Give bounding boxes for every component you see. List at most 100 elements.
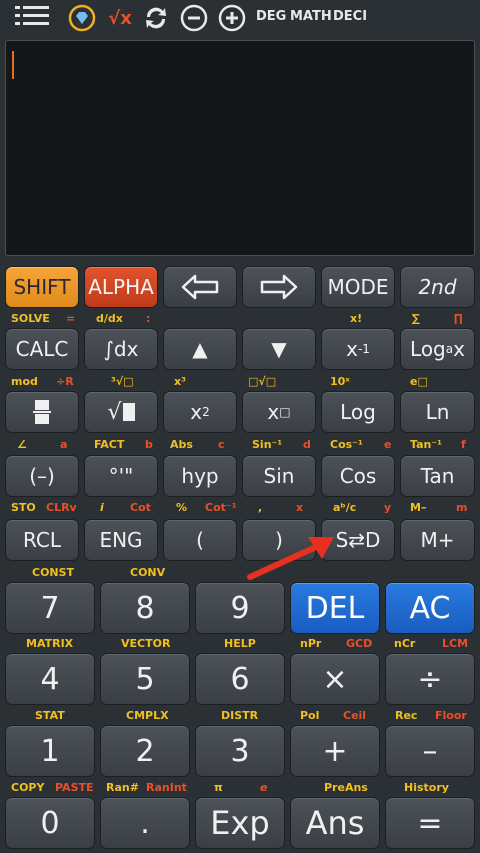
label-history: History <box>404 781 449 794</box>
integral-key[interactable]: ∫dx <box>84 328 158 370</box>
label-paste: PASTE <box>55 781 94 794</box>
tan-key[interactable]: Tan <box>400 455 475 497</box>
square-exponent: 2 <box>202 405 210 419</box>
cos-key[interactable]: Cos <box>321 455 395 497</box>
decimal-point-key[interactable]: . <box>100 797 190 849</box>
sqrt-x-icon[interactable]: √x <box>104 4 136 32</box>
plus-key[interactable]: + <box>290 725 380 777</box>
label-cube-root: ³√□ <box>111 375 134 388</box>
label-vector: VECTOR <box>121 637 171 650</box>
multiply-key[interactable]: × <box>290 653 380 705</box>
log-base-key[interactable]: Log a x <box>400 328 475 370</box>
eng-key[interactable]: ENG <box>84 519 158 561</box>
label-clrv: CLRv <box>46 501 77 514</box>
power-exponent: □ <box>279 405 291 419</box>
sin-key[interactable]: Sin <box>242 455 316 497</box>
input-mode-indicator[interactable]: MATH <box>290 9 332 24</box>
exp-key[interactable]: Exp <box>195 797 285 849</box>
cursor-left-key[interactable] <box>163 266 237 308</box>
delete-key[interactable]: DEL <box>290 582 380 634</box>
fraction-key[interactable] <box>5 391 79 433</box>
digit-8-key[interactable]: 8 <box>100 582 190 634</box>
label-const: CONST <box>32 566 75 579</box>
label-mixed-fraction: aᵇ/c <box>333 501 357 514</box>
arrow-left-icon <box>181 274 219 300</box>
up-arrow-key[interactable]: ▲ <box>163 328 237 370</box>
left-paren-key[interactable]: ( <box>163 519 237 561</box>
hyp-key[interactable]: hyp <box>163 455 237 497</box>
answer-key[interactable]: Ans <box>290 797 380 849</box>
label-percent: % <box>176 501 188 514</box>
inverse-exponent: -1 <box>357 342 370 356</box>
square-key[interactable]: x2 <box>163 391 237 433</box>
digit-3-key[interactable]: 3 <box>195 725 285 777</box>
label-comma: , <box>258 501 263 514</box>
square-root-key[interactable]: √ <box>84 391 158 433</box>
digit-0-key[interactable]: 0 <box>5 797 95 849</box>
label-lcm: LCM <box>442 637 469 650</box>
down-arrow-key[interactable]: ▼ <box>242 328 316 370</box>
digit-2-key[interactable]: 2 <box>100 725 190 777</box>
equals-key[interactable]: = <box>385 797 475 849</box>
sqrt-box-icon <box>122 403 135 421</box>
rcl-key[interactable]: RCL <box>5 519 79 561</box>
label-randint: RanInt <box>146 781 187 794</box>
digit-7-key[interactable]: 7 <box>5 582 95 634</box>
second-function-key[interactable]: 2nd <box>400 266 475 308</box>
log-key[interactable]: Log <box>321 391 395 433</box>
label-conv: CONV <box>130 566 166 579</box>
inverse-key[interactable]: x -1 <box>321 328 395 370</box>
digit-5-key[interactable]: 5 <box>100 653 190 705</box>
label-pi: π <box>214 781 223 794</box>
calculator-display[interactable] <box>5 40 475 256</box>
memory-plus-key[interactable]: M+ <box>400 519 475 561</box>
digit-1-key[interactable]: 1 <box>5 725 95 777</box>
shift-key[interactable]: SHIFT <box>5 266 79 308</box>
sqrt-symbol: √ <box>107 399 122 425</box>
inverse-base: x <box>346 337 358 361</box>
cursor-right-key[interactable] <box>242 266 316 308</box>
divide-key[interactable]: ÷ <box>385 653 475 705</box>
digit-4-key[interactable]: 4 <box>5 653 95 705</box>
label-angle: ∠ <box>17 438 27 451</box>
negative-key[interactable]: (–) <box>5 455 79 497</box>
premium-diamond-icon[interactable] <box>68 4 96 32</box>
plus-circle-icon[interactable] <box>218 4 246 32</box>
calc-key[interactable]: CALC <box>5 328 79 370</box>
fraction-icon <box>33 400 51 424</box>
label-copy: COPY <box>11 781 45 794</box>
text-cursor <box>12 51 14 79</box>
mode-key[interactable]: MODE <box>321 266 395 308</box>
minus-key[interactable]: – <box>385 725 475 777</box>
label-colon: : <box>146 312 151 325</box>
minus-circle-icon[interactable] <box>180 4 208 32</box>
label-atan: Tan⁻¹ <box>410 438 442 451</box>
refresh-icon[interactable] <box>142 4 170 32</box>
menu-icon[interactable] <box>14 4 50 32</box>
label-ten-power: 10ˣ <box>330 375 350 388</box>
power-key[interactable]: x □ <box>242 391 316 433</box>
all-clear-key[interactable]: AC <box>385 582 475 634</box>
annotation-arrow-icon <box>247 537 334 580</box>
label-preans: PreAns <box>324 781 368 794</box>
digit-6-key[interactable]: 6 <box>195 653 285 705</box>
label-e-power: e□ <box>410 375 428 388</box>
output-format-indicator[interactable]: DECI <box>333 9 367 24</box>
label-var-d: d <box>303 438 311 451</box>
label-npr: nPr <box>300 637 322 650</box>
label-var-m: m <box>456 501 468 514</box>
digit-9-key[interactable]: 9 <box>195 582 285 634</box>
label-sum: ∑ <box>412 312 420 325</box>
angle-mode-indicator[interactable]: DEG <box>256 9 286 24</box>
ln-key[interactable]: Ln <box>400 391 475 433</box>
label-divide-remainder: ÷R <box>56 375 74 388</box>
square-base: x <box>190 400 203 424</box>
label-random: Ran# <box>106 781 139 794</box>
label-acos: Cos⁻¹ <box>330 438 363 451</box>
label-ncr: nCr <box>394 637 416 650</box>
label-var-b: b <box>145 438 153 451</box>
label-var-c: c <box>218 438 225 451</box>
degree-minute-second-key[interactable]: °'" <box>84 455 158 497</box>
label-help: HELP <box>224 637 256 650</box>
alpha-key[interactable]: ALPHA <box>84 266 158 308</box>
